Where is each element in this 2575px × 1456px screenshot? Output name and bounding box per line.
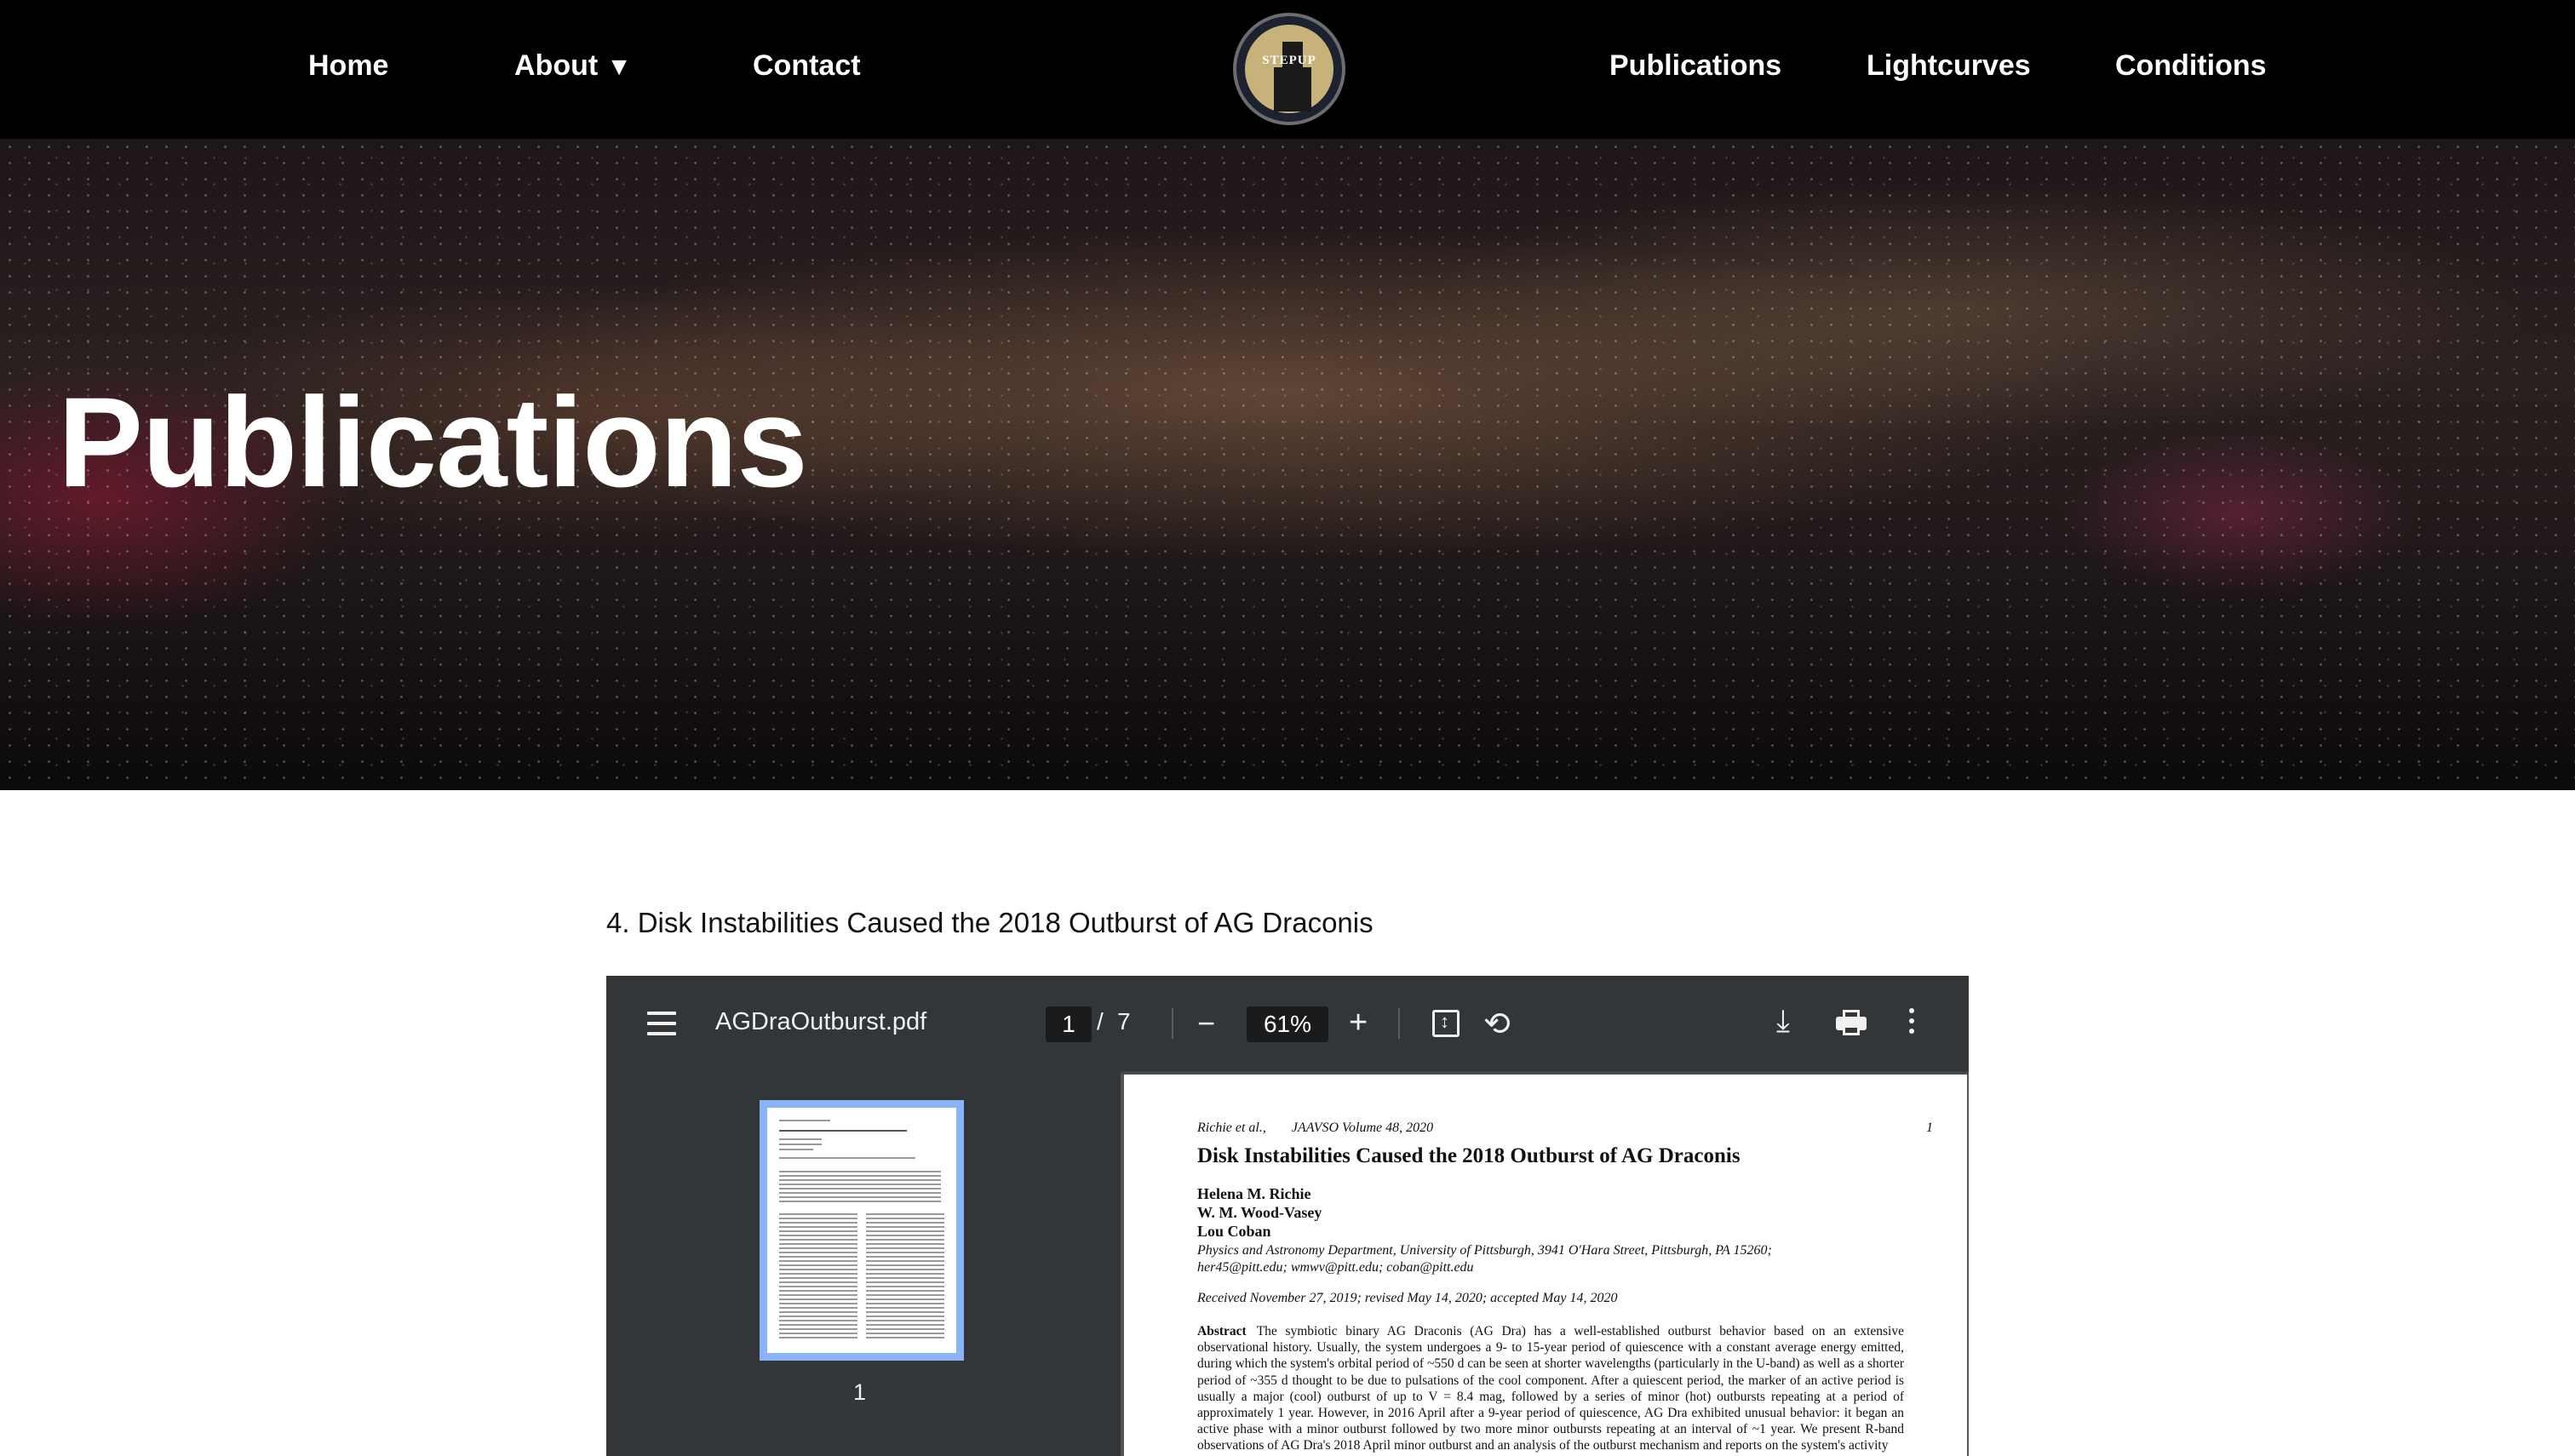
pdf-toolbar: AGDraOutburst.pdf 1 / 7 − 61% + ⟲ ⤓ (606, 976, 1969, 1071)
paper-page-number: 1 (1926, 1121, 1933, 1135)
pdf-page: Richie et al., JAAVSO Volume 48, 2020 1 D… (1124, 1075, 1967, 1456)
thumbnail-sidebar: 1 (606, 1071, 1121, 1456)
toolbar-divider (1172, 1008, 1173, 1039)
top-nav: Home About ▼ Contact STEPUP Publications … (0, 0, 2575, 139)
paper-header-journal: JAAVSO Volume 48, 2020 (1291, 1121, 1434, 1135)
paper-affiliation: Physics and Astronomy Department, Univer… (1197, 1243, 1772, 1258)
thumbnail-page-number: 1 (853, 1379, 867, 1405)
rotate-icon[interactable]: ⟲ (1483, 1005, 1511, 1043)
page-number-input[interactable]: 1 (1046, 1006, 1092, 1042)
nav-conditions-link[interactable]: Conditions (2115, 49, 2267, 83)
stepup-logo[interactable]: STEPUP (1233, 13, 1345, 125)
zoom-in-button[interactable]: + (1349, 1006, 1368, 1039)
print-icon[interactable] (1836, 1010, 1867, 1035)
abstract-text: The symbiotic binary AG Draconis (AG Dra… (1197, 1324, 1904, 1453)
page-thumbnail[interactable] (760, 1100, 964, 1361)
abstract-label: Abstract (1197, 1324, 1247, 1338)
paper-author: Helena M. Richie (1197, 1185, 1311, 1202)
pdf-filename: AGDraOutburst.pdf (715, 1008, 927, 1035)
paper-emails: her45@pitt.edu; wmwv@pitt.edu; coban@pit… (1197, 1260, 1474, 1275)
publication-heading: 4. Disk Instabilities Caused the 2018 Ou… (606, 907, 1374, 938)
dropdown-arrow-icon: ▼ (606, 53, 632, 81)
nav-about-label: About (514, 49, 599, 82)
logo-emblem (1245, 25, 1333, 113)
fit-to-page-icon[interactable] (1432, 1010, 1460, 1037)
zoom-out-button[interactable]: − (1197, 1008, 1215, 1039)
hero-banner: Publications (0, 139, 2575, 790)
more-options-icon[interactable] (1909, 1008, 1916, 1039)
toolbar-divider (1398, 1008, 1400, 1039)
nav-lightcurves-link[interactable]: Lightcurves (1867, 49, 2031, 83)
paper-header-authors: Richie et al., (1197, 1121, 1266, 1135)
paper-running-header: Richie et al., JAAVSO Volume 48, 2020 (1197, 1121, 1433, 1136)
page-total: 7 (1117, 1008, 1131, 1035)
paper-author: W. M. Wood-Vasey (1197, 1204, 1322, 1221)
paper-received-dates: Received November 27, 2019; revised May … (1197, 1291, 1618, 1305)
paper-abstract: Abstract The symbiotic binary AG Draconis… (1197, 1323, 1904, 1454)
nav-about-dropdown[interactable]: About ▼ (514, 49, 632, 83)
cathedral-icon (1274, 42, 1311, 112)
page-title: Publications (58, 370, 808, 513)
logo-text: STEPUP (1262, 54, 1316, 67)
download-icon[interactable]: ⤓ (1776, 1003, 1790, 1040)
nav-publications-link[interactable]: Publications (1609, 49, 1781, 83)
paper-title: Disk Instabilities Caused the 2018 Outbu… (1197, 1144, 1741, 1167)
pdf-viewer: AGDraOutburst.pdf 1 / 7 − 61% + ⟲ ⤓ 1 Ri… (606, 976, 1969, 1456)
nav-contact-link[interactable]: Contact (753, 49, 861, 83)
nav-home-link[interactable]: Home (308, 49, 388, 83)
page-separator: / (1097, 1008, 1104, 1035)
zoom-level-input[interactable]: 61% (1247, 1006, 1328, 1042)
menu-icon[interactable] (647, 1012, 676, 1035)
paper-author: Lou Coban (1197, 1223, 1271, 1240)
